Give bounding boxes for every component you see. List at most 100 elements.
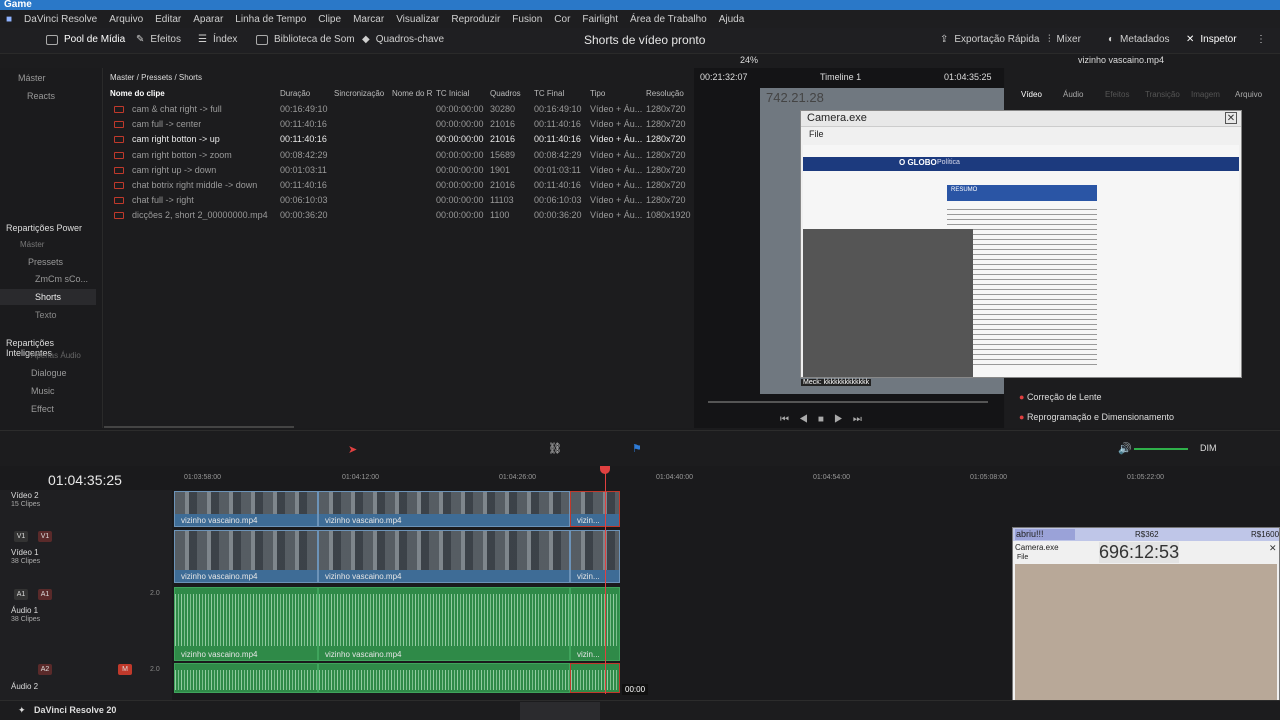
- menu-aparar[interactable]: Aparar: [187, 14, 229, 25]
- clip-video2-1[interactable]: vizinho vascaino.mp4: [174, 491, 318, 527]
- clip-video1-3[interactable]: vizin...: [570, 530, 620, 583]
- menu-ajuda[interactable]: Ajuda: [713, 14, 751, 25]
- tab-audio[interactable]: Áudio: [1063, 90, 1083, 99]
- track-a1-dest[interactable]: A1: [38, 589, 52, 600]
- volume-icon[interactable]: 🔊: [1118, 442, 1132, 455]
- power-bin-shorts[interactable]: Shorts: [35, 292, 61, 302]
- smart-bin-audio[interactable]: Apenas Áudio: [31, 351, 81, 360]
- keyframes-button[interactable]: ◆ Quadros-chave: [362, 34, 444, 45]
- col-reel[interactable]: Nome do R: [392, 89, 432, 98]
- smart-bin-music[interactable]: Music: [31, 386, 55, 396]
- clip-row[interactable]: chat botrix right middle -> down 00:11:40…: [104, 178, 694, 193]
- bin-reacts[interactable]: Reacts: [27, 91, 55, 101]
- menu-area-trabalho[interactable]: Área de Trabalho: [624, 14, 713, 25]
- breadcrumb[interactable]: Master / Pressets / Shorts: [110, 73, 202, 82]
- tab-image[interactable]: Imagem: [1191, 90, 1220, 99]
- viewer-scrubber[interactable]: [708, 401, 988, 403]
- mixer-button[interactable]: ⫶ Mixer: [1048, 34, 1081, 45]
- clip-row[interactable]: cam right up -> down 00:01:03:11 00:00:00:…: [104, 163, 694, 178]
- power-bin-master[interactable]: Máster: [20, 240, 44, 249]
- smart-bin-dialogue[interactable]: Dialogue: [31, 368, 67, 378]
- clip-row[interactable]: cam right botton -> zoom 00:08:42:29 00:00…: [104, 148, 694, 163]
- col-tc-in[interactable]: TC Inicial: [436, 89, 469, 98]
- mute-button[interactable]: M: [118, 664, 132, 675]
- transport-controls[interactable]: ⏮◀■▶⏭: [780, 414, 872, 425]
- ruler[interactable]: 01:03:58:00 01:04:12:00 01:04:26:00 01:0…: [172, 466, 1280, 486]
- smart-bin-effect[interactable]: Effect: [31, 404, 54, 414]
- zoom-level[interactable]: 24%: [740, 55, 758, 65]
- inspector-button[interactable]: ✕ Inspetor: [1186, 34, 1237, 45]
- edit-page-tab[interactable]: [520, 702, 600, 720]
- clip-row[interactable]: cam right botton -> up 00:11:40:16 00:00:0…: [104, 132, 694, 147]
- clip-video2-3[interactable]: vizin...: [570, 491, 620, 527]
- menu-marcar[interactable]: Marcar: [347, 14, 390, 25]
- camera-window[interactable]: Camera.exe ✕ File O GLOBO Política RESUM…: [800, 110, 1242, 386]
- col-name[interactable]: Nome do clipe: [110, 89, 165, 98]
- clip-audio2-2[interactable]: [318, 663, 570, 693]
- camera-window-menu[interactable]: File: [809, 129, 824, 139]
- menu-clipe[interactable]: Clipe: [312, 14, 347, 25]
- index-button[interactable]: ☰ Índex: [198, 34, 237, 45]
- tab-video[interactable]: Vídeo: [1021, 90, 1042, 99]
- app-icon[interactable]: ■: [0, 14, 18, 25]
- col-sync[interactable]: Sincronização: [334, 89, 384, 98]
- track-a1-source[interactable]: A1: [14, 589, 28, 600]
- camera-window-2[interactable]: abriu!!! R$362 R$1600 Camera.exe File 69…: [1012, 527, 1280, 720]
- camera-window-2-menu[interactable]: File: [1017, 554, 1028, 561]
- menu-fusion[interactable]: Fusion: [506, 14, 548, 25]
- menu-arquivo[interactable]: Arquivo: [103, 14, 149, 25]
- lens-correction[interactable]: ● Correção de Lente: [1019, 392, 1102, 402]
- reframe-section[interactable]: ● Reprogramação e Dimensionamento: [1019, 412, 1174, 422]
- menu-davinci[interactable]: DaVinci Resolve: [18, 14, 103, 25]
- col-res[interactable]: Resolução: [646, 89, 684, 98]
- link-icon[interactable]: ⛓: [548, 442, 562, 455]
- clip-row[interactable]: chat full -> right 00:06:10:03 00:00:00:00…: [104, 193, 694, 208]
- col-duration[interactable]: Duração: [280, 89, 310, 98]
- timeline-name[interactable]: Timeline 1: [820, 72, 861, 82]
- tab-file[interactable]: Arquivo: [1235, 90, 1262, 99]
- clip-video1-1[interactable]: vizinho vascaino.mp4: [174, 530, 318, 583]
- close-icon[interactable]: ✕: [1225, 112, 1237, 124]
- col-frames[interactable]: Quadros: [490, 89, 521, 98]
- clip-audio2-1[interactable]: [174, 663, 318, 693]
- sound-library-button[interactable]: Biblioteca de Som: [256, 34, 355, 45]
- clip-video1-2[interactable]: vizinho vascaino.mp4: [318, 530, 570, 583]
- clip-row[interactable]: cam & chat right -> full 00:16:49:10 00:00…: [104, 102, 694, 117]
- more-options-icon[interactable]: ⋮: [1256, 34, 1266, 45]
- col-tc-out[interactable]: TC Final: [534, 89, 564, 98]
- power-bin-zmcm[interactable]: ZmCm sCo...: [35, 274, 88, 284]
- volume-slider[interactable]: [1134, 448, 1188, 450]
- flag-icon[interactable]: ⚑: [632, 442, 642, 455]
- dim-button[interactable]: DIM: [1200, 443, 1217, 453]
- media-pool-button[interactable]: Pool de Mídia: [46, 34, 125, 45]
- track-v1-source[interactable]: V1: [14, 531, 28, 542]
- track-a2-dest[interactable]: A2: [38, 664, 52, 675]
- clip-audio1-1[interactable]: vizinho vascaino.mp4: [174, 587, 318, 661]
- tab-effects[interactable]: Efeitos: [1105, 90, 1129, 99]
- track-video2-name: Vídeo 2: [11, 491, 39, 500]
- bin-master[interactable]: Máster: [18, 73, 46, 83]
- effects-button[interactable]: ✎ Efeitos: [136, 34, 181, 45]
- clip-row[interactable]: cam full -> center 00:11:40:16 00:00:00:00…: [104, 117, 694, 132]
- quick-export-button[interactable]: ⇪ Exportação Rápida: [940, 34, 1039, 45]
- clip-audio2-3[interactable]: [570, 663, 620, 693]
- track-v1-dest[interactable]: V1: [38, 531, 52, 542]
- clip-row[interactable]: dicções 2, short 2_00000000.mp4 00:00:36:…: [104, 208, 694, 223]
- playhead[interactable]: [605, 466, 606, 694]
- clip-audio1-2[interactable]: vizinho vascaino.mp4: [318, 587, 570, 661]
- menu-reproduzir[interactable]: Reproduzir: [445, 14, 506, 25]
- clip-video2-2[interactable]: vizinho vascaino.mp4: [318, 491, 570, 527]
- menu-fairlight[interactable]: Fairlight: [576, 14, 624, 25]
- menu-cor[interactable]: Cor: [548, 14, 576, 25]
- close-icon-2[interactable]: ✕: [1269, 543, 1277, 554]
- power-bin-pressets[interactable]: Pressets: [28, 257, 63, 267]
- col-type[interactable]: Tipo: [590, 89, 605, 98]
- tab-transition[interactable]: Transição: [1145, 90, 1180, 99]
- metadata-button[interactable]: ◐ Metadados: [1108, 34, 1170, 45]
- select-tool-icon[interactable]: ➤: [348, 443, 357, 456]
- menu-visualizar[interactable]: Visualizar: [390, 14, 445, 25]
- clip-audio1-3[interactable]: vizin...: [570, 587, 620, 661]
- power-bin-texto[interactable]: Texto: [35, 310, 57, 320]
- menu-editar[interactable]: Editar: [149, 14, 187, 25]
- menu-linha-tempo[interactable]: Linha de Tempo: [229, 14, 312, 25]
